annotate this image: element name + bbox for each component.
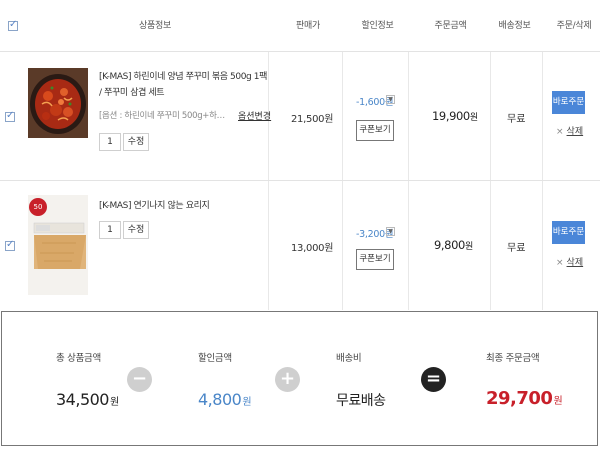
option-change-button[interactable]: 옵션변경 xyxy=(238,109,271,122)
svg-text:50: 50 xyxy=(34,203,43,211)
header-order-amount: 주문금액 xyxy=(434,21,467,31)
product-name[interactable]: [K-MAS] 연기나지 않는 요리지 xyxy=(99,198,267,214)
sale-price: 21,500원 xyxy=(291,114,334,125)
plus-icon: + xyxy=(275,367,300,392)
discount-dropdown-icon[interactable]: ▼ xyxy=(386,227,395,236)
quantity-update-button[interactable]: 수정 xyxy=(123,133,149,151)
quantity-input[interactable]: 1 xyxy=(99,221,121,239)
shipping-fee-total: 무료배송 xyxy=(336,393,386,409)
equals-icon: = xyxy=(421,367,446,392)
item-select-checkbox[interactable] xyxy=(5,110,15,122)
coupon-view-button[interactable]: 쿠폰보기 xyxy=(356,249,394,270)
cart-item-row: [K-MAS] 하린이네 양념 쭈꾸미 볶음 500g 1팩 / 쭈꾸미 삼겹 … xyxy=(0,52,600,181)
header-product-info: 상품정보 xyxy=(139,21,171,31)
quantity-input[interactable]: 1 xyxy=(99,133,121,151)
buy-now-button[interactable]: 바로주문 xyxy=(552,91,585,114)
total-product-amount: 34,500원 xyxy=(56,390,119,409)
header-discount-info: 할인정보 xyxy=(361,21,394,31)
cart-item-row: 50 [K-MAS] 연기나지 않는 요리지 1 수정 13,000원 -3,2… xyxy=(0,181,600,310)
order-summary-box: 총 상품금액 34,500원 − 할인금액 4,800원 + 배송비 무료배송 … xyxy=(1,311,598,446)
discount-total-amount: 4,800원 xyxy=(198,390,252,409)
minus-icon: − xyxy=(127,367,152,392)
order-amount: 19,900원 xyxy=(432,109,478,123)
delete-button[interactable]: × 삭제 xyxy=(556,255,583,268)
discount-dropdown-icon[interactable]: ▼ xyxy=(386,95,395,104)
shipping-fee-label: 배송비 xyxy=(336,353,362,364)
product-thumbnail[interactable]: 50 xyxy=(28,195,88,295)
quantity-update-button[interactable]: 수정 xyxy=(123,221,149,239)
product-name[interactable]: [K-MAS] 하린이네 양념 쭈꾸미 볶음 500g 1팩 / 쭈꾸미 삼겹 … xyxy=(99,69,267,101)
discount-amount-label: 할인금액 xyxy=(198,353,232,364)
item-select-checkbox[interactable] xyxy=(5,239,15,251)
close-icon: × xyxy=(556,258,564,268)
header-shipping-info: 배송정보 xyxy=(498,21,531,31)
final-order-amount: 29,700원 xyxy=(486,388,563,409)
select-all-checkbox[interactable] xyxy=(8,19,18,31)
coupon-view-button[interactable]: 쿠폰보기 xyxy=(356,120,394,141)
order-amount: 9,800원 xyxy=(434,238,473,252)
header-order-delete: 주문/삭제 xyxy=(556,21,592,31)
sale-price: 13,000원 xyxy=(291,243,334,254)
final-order-amount-label: 최종 주문금액 xyxy=(486,353,540,364)
buy-now-button[interactable]: 바로주문 xyxy=(552,221,585,244)
shipping-fee: 무료 xyxy=(507,114,526,125)
product-option: [옵션 : 하린이네 쭈꾸미 500g+하린이네… xyxy=(99,111,229,121)
cart-table-header: 상품정보 판매가 할인정보 주문금액 배송정보 주문/삭제 xyxy=(0,0,600,52)
shipping-fee: 무료 xyxy=(507,243,526,254)
product-thumbnail[interactable] xyxy=(28,68,88,138)
total-product-amount-label: 총 상품금액 xyxy=(56,353,101,364)
close-icon: × xyxy=(556,127,564,137)
header-sale-price: 판매가 xyxy=(296,21,320,31)
delete-button[interactable]: × 삭제 xyxy=(556,124,583,137)
